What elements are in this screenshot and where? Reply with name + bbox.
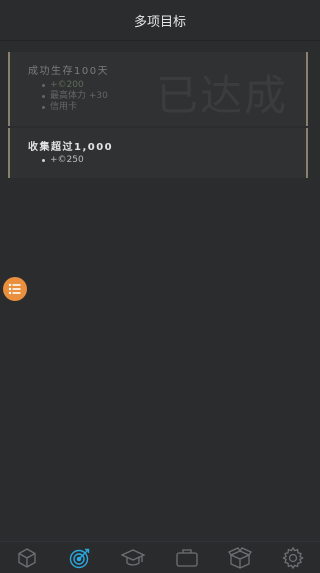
goal-card-active[interactable]: 收集超过1,000 +©250 — [8, 128, 308, 178]
tab-missions[interactable] — [173, 544, 201, 572]
menu-list-button[interactable] — [3, 277, 27, 301]
tab-goals[interactable] — [66, 544, 94, 572]
reward-list: +©250 — [42, 155, 84, 166]
tab-inventory[interactable] — [13, 544, 41, 572]
target-icon — [69, 548, 90, 568]
reward-item: +©250 — [42, 155, 84, 166]
cube-icon — [18, 547, 36, 568]
page-title: 多项目标 — [133, 14, 186, 30]
tab-settings[interactable] — [279, 544, 307, 572]
header: 多项目标 — [0, 0, 320, 40]
gear-icon — [282, 546, 305, 569]
goal-card-completed[interactable]: 已达成 成功生存100天 +©200 最高体力 +30 信用卡 — [8, 52, 308, 126]
reward-item: +©200 — [42, 80, 108, 91]
graduation-cap-icon — [121, 548, 146, 566]
tab-skills[interactable] — [119, 544, 147, 572]
reward-list: +©200 最高体力 +30 信用卡 — [42, 80, 108, 113]
header-divider — [0, 40, 320, 41]
completed-stamp: 已达成 — [155, 71, 288, 120]
briefcase-icon — [175, 548, 198, 567]
goal-title: 收集超过1,000 — [28, 142, 114, 153]
reward-item: 信用卡 — [42, 102, 108, 113]
tab-bar — [0, 541, 320, 573]
box-icon — [228, 546, 252, 569]
tab-storage[interactable] — [226, 544, 254, 572]
reward-item: 最高体力 +30 — [42, 91, 108, 102]
goal-title: 成功生存100天 — [28, 66, 110, 77]
list-icon — [8, 283, 21, 295]
